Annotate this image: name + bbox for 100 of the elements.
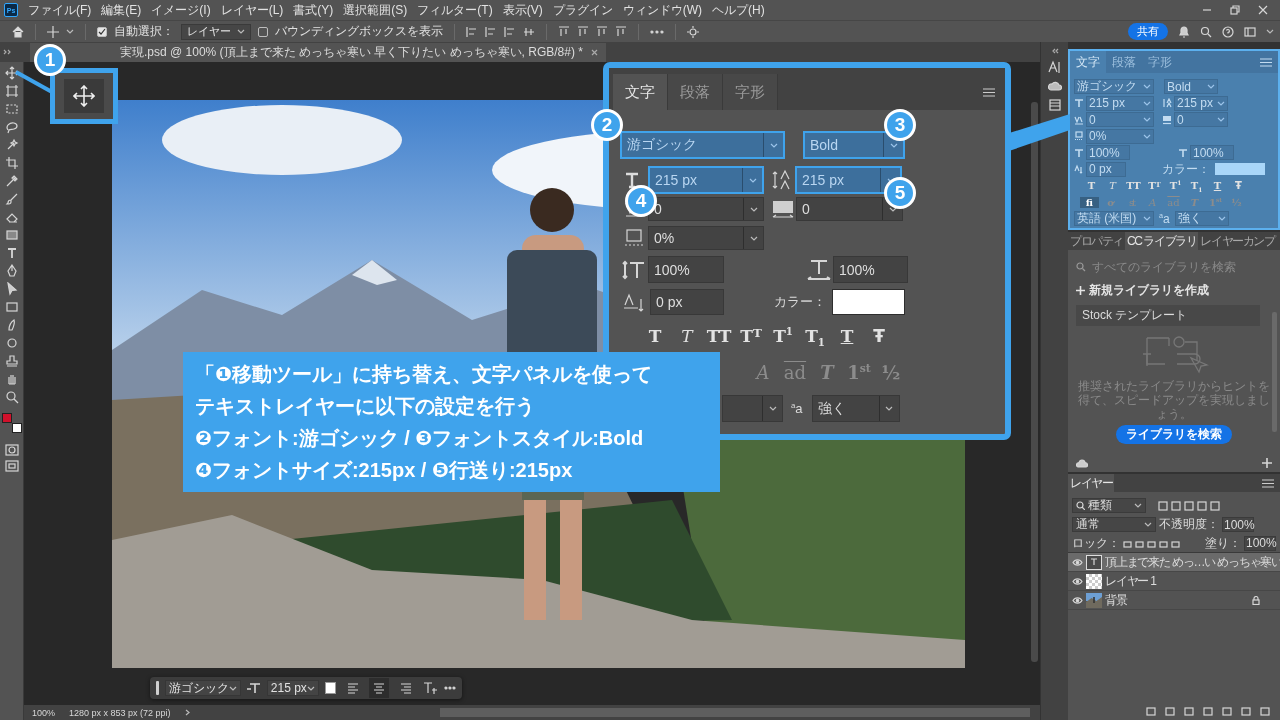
type-style-button[interactable]: T xyxy=(1082,180,1101,191)
move-tool-icon[interactable] xyxy=(47,25,59,38)
home-icon[interactable] xyxy=(12,25,24,38)
fill-field[interactable]: 100% xyxy=(1244,535,1276,551)
expand-icon[interactable] xyxy=(3,49,11,55)
distribute-icon[interactable] xyxy=(615,25,627,38)
menu-item[interactable]: ヘルプ(H) xyxy=(712,1,765,19)
menu-item[interactable]: イメージ(I) xyxy=(151,1,211,19)
more-icon[interactable] xyxy=(650,28,664,35)
layers-icon[interactable] xyxy=(1047,98,1062,112)
color-swatch[interactable] xyxy=(1215,163,1265,175)
checkbox[interactable] xyxy=(258,26,268,37)
rectangle-icon[interactable] xyxy=(4,300,19,314)
checkbox[interactable] xyxy=(97,26,107,37)
font-size-dropdown[interactable]: 215 px xyxy=(266,680,319,696)
panel-tab[interactable]: CC ライブラリ xyxy=(1125,232,1199,250)
vertical-scale-field[interactable]: 100% xyxy=(648,256,724,283)
lasso-icon[interactable] xyxy=(4,120,19,134)
panel-tab[interactable]: プロパティ xyxy=(1068,232,1125,250)
menu-item[interactable]: レイヤー(L) xyxy=(220,1,284,19)
font-style-dropdown[interactable]: Bold xyxy=(803,131,905,159)
menu-item[interactable]: 編集(E) xyxy=(101,1,142,19)
close-icon[interactable] xyxy=(590,49,598,56)
leading-field[interactable]: 215 px xyxy=(1174,95,1228,111)
align-button[interactable] xyxy=(368,678,390,698)
cloud-icon[interactable] xyxy=(1047,80,1062,92)
font-family-dropdown[interactable]: 游ゴシック xyxy=(1074,79,1154,94)
panel-tab[interactable]: 文字 xyxy=(613,74,668,110)
type-style-button[interactable]: T$^{1}$ xyxy=(767,326,799,346)
marquee-icon[interactable] xyxy=(4,102,19,116)
foreground-color-swatch[interactable] xyxy=(1,413,12,423)
opacity-field[interactable]: 100% xyxy=(1222,517,1254,532)
background-color-swatch[interactable] xyxy=(11,423,22,433)
stamp-icon[interactable] xyxy=(4,354,19,368)
panel-tab[interactable]: 字形 xyxy=(1142,51,1178,73)
type-style-button[interactable]: Ŧ xyxy=(863,326,895,346)
tracking-field[interactable]: 0 xyxy=(1174,112,1228,127)
type-style-button[interactable]: T xyxy=(831,326,863,346)
panel-tab[interactable]: レイヤー xyxy=(1068,474,1115,492)
chevron-right-icon[interactable] xyxy=(184,709,190,716)
align-icon[interactable] xyxy=(523,25,535,38)
character-panel-icon[interactable] xyxy=(1047,60,1062,74)
menu-item[interactable]: 表示(V) xyxy=(502,1,543,19)
menu-item[interactable]: 選択範囲(S) xyxy=(343,1,408,19)
filter-dropdown[interactable]: 種類 xyxy=(1072,498,1146,513)
baseline-shift-field[interactable]: 0 px xyxy=(650,289,724,315)
menu-item[interactable]: ファイル(F) xyxy=(28,1,92,19)
search-icon[interactable] xyxy=(1200,25,1212,38)
align-icon[interactable] xyxy=(466,25,478,38)
align-icon[interactable] xyxy=(485,25,497,38)
cloud-icon[interactable] xyxy=(1076,458,1088,468)
type-style-button[interactable]: T xyxy=(1208,180,1227,191)
panel-tab[interactable]: 文字 xyxy=(1070,51,1106,73)
restore-icon[interactable] xyxy=(1230,5,1240,15)
color-swatch[interactable] xyxy=(832,289,905,315)
distribute-icon[interactable] xyxy=(558,25,570,38)
gradient-icon[interactable] xyxy=(4,228,19,242)
type-style-button[interactable]: T$_{1}$ xyxy=(1187,180,1206,191)
more-icon[interactable] xyxy=(444,686,456,690)
horizontal-scale-field[interactable]: 100% xyxy=(1190,145,1234,160)
font-family-dropdown[interactable]: 游ゴシック xyxy=(164,680,241,696)
type-style-button[interactable]: T$^{1}$ xyxy=(1166,180,1185,191)
vertical-scale-field[interactable]: 100% xyxy=(1086,145,1130,160)
close-icon[interactable] xyxy=(1258,5,1268,15)
tsume-field[interactable]: 0% xyxy=(1086,128,1154,144)
panel-tab[interactable]: 段落 xyxy=(1106,51,1142,73)
eye-icon[interactable] xyxy=(1072,577,1083,585)
font-family-dropdown[interactable]: 游ゴシック xyxy=(620,131,785,159)
layer-row[interactable]: 背景 xyxy=(1068,591,1280,610)
settings-icon[interactable] xyxy=(687,25,699,38)
quick-mask-icon[interactable] xyxy=(4,444,19,456)
panel-tab[interactable]: レイヤーカンプ xyxy=(1198,232,1277,250)
share-button[interactable]: 共有 xyxy=(1128,23,1168,40)
menu-icon[interactable] xyxy=(983,87,995,97)
language-dropdown[interactable]: 英語 (米国) xyxy=(1074,211,1154,226)
align-icon[interactable] xyxy=(504,25,516,38)
target-dropdown[interactable]: レイヤー xyxy=(181,23,251,40)
menu-item[interactable]: フィルター(T) xyxy=(417,1,493,19)
opentype-button[interactable]: fi xyxy=(1080,196,1099,208)
bell-icon[interactable] xyxy=(1178,25,1190,38)
pen-icon[interactable] xyxy=(4,264,19,278)
distribute-icon[interactable] xyxy=(596,25,608,38)
type-style-button[interactable]: Ŧ xyxy=(1229,180,1248,191)
horizontal-scale-field[interactable]: 100% xyxy=(833,256,908,283)
plus-icon[interactable] xyxy=(1262,458,1272,468)
type-style-button[interactable]: T xyxy=(671,326,703,346)
help-icon[interactable] xyxy=(1222,25,1234,38)
font-size-field[interactable]: 215 px xyxy=(1086,95,1154,111)
font-style-dropdown[interactable]: Bold xyxy=(1164,79,1218,94)
zoom-icon[interactable] xyxy=(4,390,19,404)
collapse-icon[interactable] xyxy=(1050,48,1059,54)
font-size-field[interactable]: 215 px xyxy=(648,166,764,194)
pointer-icon[interactable] xyxy=(4,282,19,296)
crop-icon[interactable] xyxy=(4,156,19,170)
eyedropper-icon[interactable] xyxy=(4,174,19,188)
menu-icon[interactable] xyxy=(1260,57,1272,67)
type-style-button[interactable]: TT xyxy=(1124,180,1143,191)
type-style-button[interactable]: TT xyxy=(703,326,735,346)
font-size-icon[interactable] xyxy=(246,682,261,694)
eye-icon[interactable] xyxy=(1072,558,1083,566)
